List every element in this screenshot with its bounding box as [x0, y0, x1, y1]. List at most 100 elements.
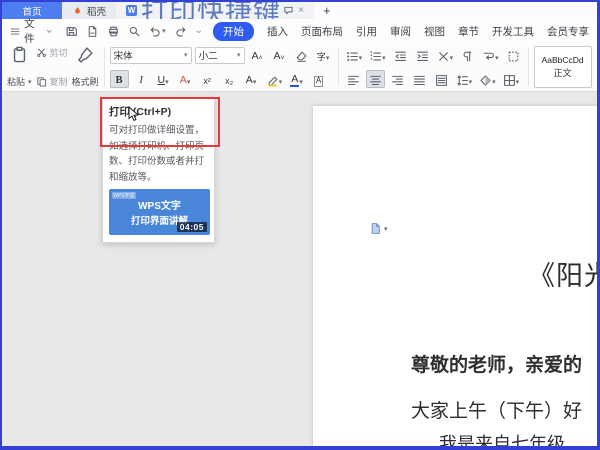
underline-caret-icon: ▾ [165, 79, 169, 87]
tab-document[interactable]: W 打印快捷键.docx × [116, 2, 314, 19]
page-margin-widget[interactable]: ▾ [369, 222, 388, 235]
print-button[interactable] [107, 25, 120, 38]
ribbon-tab-insert[interactable]: 插入 [267, 24, 288, 39]
decrease-indent-button[interactable] [391, 46, 410, 64]
paste-button[interactable]: 粘贴▾ [7, 46, 32, 88]
font-name-select[interactable]: 宋体▾ [110, 47, 192, 64]
redo-icon [174, 25, 187, 38]
shrink-font-button[interactable]: A˅ [270, 46, 289, 64]
shading-button[interactable]: ▾ [477, 70, 498, 88]
superscript-button[interactable]: x² [198, 70, 217, 88]
font-color-button[interactable]: A▾ [287, 70, 306, 88]
subscript-button[interactable]: x₂ [220, 70, 239, 88]
grow-font-label: A [252, 51, 259, 63]
document-paragraph-1: 尊敬的老师，亲爱的 [411, 350, 582, 377]
chat-bubble-icon[interactable] [283, 5, 294, 16]
document-paragraph-2: 大家上午（下午）好 [411, 396, 582, 423]
distribute-button[interactable] [432, 70, 451, 88]
document-page[interactable]: ▾ 《阳光 尊敬的老师，亲爱的 大家上午（下午）好 我是来自七年级 [313, 106, 600, 450]
video-title-line1: WPS文字 [138, 197, 181, 212]
underline-button[interactable]: U▾ [154, 70, 173, 88]
font-size-select[interactable]: 小二▾ [195, 47, 245, 64]
justify-button[interactable] [410, 70, 429, 88]
align-center-button[interactable] [366, 70, 385, 88]
ribbon-tab-review[interactable]: 审阅 [390, 24, 411, 39]
paragraph-layout-button[interactable] [504, 46, 523, 64]
format-painter-button[interactable]: 格式刷 [72, 46, 99, 88]
tooltip-title: 打印 (Ctrl+P) [109, 104, 208, 119]
bullet-caret-icon: ▾ [359, 55, 363, 63]
justify-icon [413, 74, 426, 87]
shrink-font-label: A [274, 51, 281, 63]
wrap-caret-icon: ▾ [495, 55, 499, 63]
char-effect-caret-icon: ▾ [187, 79, 191, 87]
bullet-list-button[interactable]: ▾ [344, 46, 365, 64]
line-spacing-icon [456, 74, 469, 87]
soft-wrap-button[interactable]: ▾ [480, 46, 501, 64]
ribbon-tabs: 开始 插入 页面布局 引用 审阅 视图 章节 开发工具 会员专享 [213, 22, 589, 41]
menu-bar: 文件 ▾ ⌄ 开始 插入 页面布局 引用 审阅 视图 章节 开发工具 会员专享 [2, 19, 597, 43]
hamburger-menu-icon[interactable] [10, 25, 20, 38]
align-left-button[interactable] [344, 70, 363, 88]
undo-dropdown-caret-icon[interactable]: ▾ [162, 27, 166, 35]
tab-docer-label: 稻壳 [87, 4, 106, 18]
copy-button[interactable]: 复制 [36, 75, 68, 88]
page-setup-caret-icon[interactable]: ▾ [384, 225, 388, 233]
cut-button[interactable]: 剪切 [36, 46, 68, 59]
highlight-pen-icon [266, 74, 279, 87]
increase-indent-button[interactable] [413, 46, 432, 64]
window-tab-bar: 首页 稻壳 W 打印快捷键.docx × + [2, 2, 597, 19]
ribbon-tab-section[interactable]: 章节 [458, 24, 479, 39]
phonetic-guide-button[interactable]: 字▾ [314, 46, 333, 64]
ribbon-tab-view[interactable]: 视图 [424, 24, 445, 39]
number-caret-icon: ▾ [382, 55, 386, 63]
file-menu-chevron-icon [45, 26, 54, 37]
save-button[interactable] [65, 25, 78, 38]
clear-format-button[interactable] [292, 46, 311, 64]
bold-button[interactable]: B [110, 70, 129, 88]
new-tab-button[interactable]: + [323, 3, 331, 18]
tutorial-video-thumbnail[interactable]: WPS学堂 WPS文字 打印界面讲解 04:05 [109, 189, 210, 235]
ribbon-tab-dev-tools[interactable]: 开发工具 [492, 24, 534, 39]
font-name-value: 宋体 [114, 48, 133, 62]
ribbon-tab-start[interactable]: 开始 [213, 22, 254, 41]
paragraph-mark-icon [461, 50, 474, 63]
char-effect-label: A [180, 75, 187, 87]
document-paragraph-3: 我是来自七年级 [439, 430, 565, 450]
tab-docer[interactable]: 稻壳 [62, 2, 116, 19]
line-spacing-button[interactable]: ▾ [454, 70, 475, 88]
char-border-caret-icon: ▾ [253, 79, 257, 87]
grow-font-button[interactable]: A˄ [248, 46, 267, 64]
italic-button[interactable]: I [132, 70, 151, 88]
close-tab-icon[interactable]: × [298, 6, 304, 16]
italic-label: I [139, 75, 143, 87]
ribbon-tab-page-layout[interactable]: 页面布局 [301, 24, 343, 39]
divider [338, 48, 339, 86]
ribbon-tab-references[interactable]: 引用 [356, 24, 377, 39]
align-center-icon [369, 74, 382, 87]
undo-button[interactable]: ▾ [149, 25, 166, 38]
save-icon [65, 25, 78, 38]
copy-icon [36, 76, 47, 87]
style-normal-button[interactable]: AaBbCcDd 正文 [534, 46, 592, 88]
bold-label: B [116, 75, 123, 87]
ribbon-tab-member[interactable]: 会员专享 [547, 24, 589, 39]
tooltip-body: 可对打印做详细设置，如选择打印机、打印页数、打印份数或者并打和缩放等。 [109, 123, 208, 185]
export-pdf-button[interactable] [86, 25, 99, 38]
file-menu[interactable]: 文件 [10, 16, 53, 46]
highlight-button[interactable]: ▾ [264, 70, 285, 88]
align-right-button[interactable] [388, 70, 407, 88]
borders-button[interactable]: ▾ [501, 70, 522, 88]
print-preview-button[interactable] [128, 25, 141, 38]
redo-button[interactable] [174, 25, 187, 38]
show-marks-button[interactable] [458, 46, 477, 64]
char-shading-button[interactable]: A [309, 70, 328, 88]
format-painter-icon [77, 46, 94, 63]
numbered-list-button[interactable]: ▾ [367, 46, 388, 64]
char-border-button[interactable]: A▾ [242, 70, 261, 88]
font-color-label: A [291, 74, 298, 85]
text-direction-button[interactable]: ▾ [435, 46, 456, 64]
char-effect-button[interactable]: A▾ [176, 70, 195, 88]
increase-indent-icon [416, 50, 429, 63]
customize-toolbar-chevron-icon[interactable]: ⌄ [195, 26, 203, 36]
